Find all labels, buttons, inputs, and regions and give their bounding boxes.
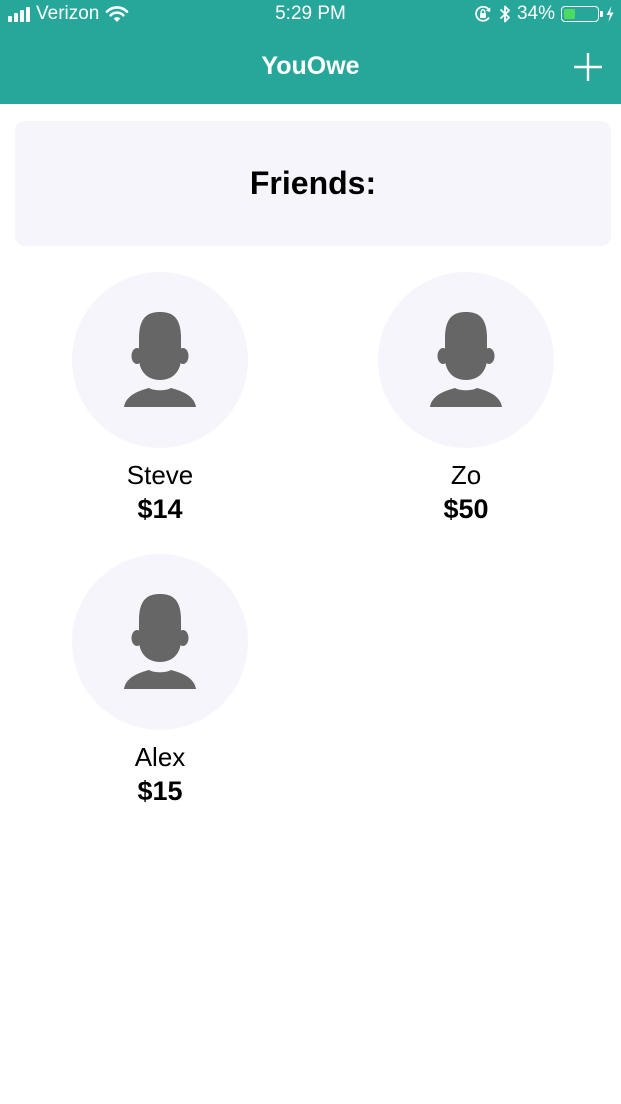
plus-icon [574,53,602,81]
avatar [72,554,248,730]
status-bar-right: 34% [473,3,615,25]
app-title: YouOwe [261,52,360,80]
friend-amount: $14 [137,494,183,524]
friend-card-steve[interactable]: Steve $14 [72,272,248,526]
friend-amount: $15 [137,776,183,806]
friend-amount: $50 [443,494,489,524]
add-friend-button[interactable] [571,50,605,84]
friends-heading: Friends: [249,165,377,201]
charging-icon [606,6,614,22]
bluetooth-icon [499,5,510,23]
person-silhouette-icon [124,594,196,689]
battery-percent: 34% [516,3,555,24]
navigation-bar: YouOwe [0,30,621,104]
person-silhouette-icon [124,312,196,407]
avatar [378,272,554,448]
battery-icon [561,6,603,22]
friend-card-zo[interactable]: Zo $50 [378,272,554,526]
friends-header-card: Friends: [15,121,611,246]
battery-cap [600,11,603,17]
friend-card-alex[interactable]: Alex $15 [72,554,248,808]
friend-name: Alex [134,742,186,772]
battery-fill [564,9,575,19]
friend-name: Steve [126,460,194,490]
friend-name: Zo [450,460,482,490]
person-silhouette-icon [430,312,502,407]
status-bar: Verizon 5:29 PM 34% [0,0,621,30]
rotation-lock-icon [475,5,491,22]
avatar [72,272,248,448]
